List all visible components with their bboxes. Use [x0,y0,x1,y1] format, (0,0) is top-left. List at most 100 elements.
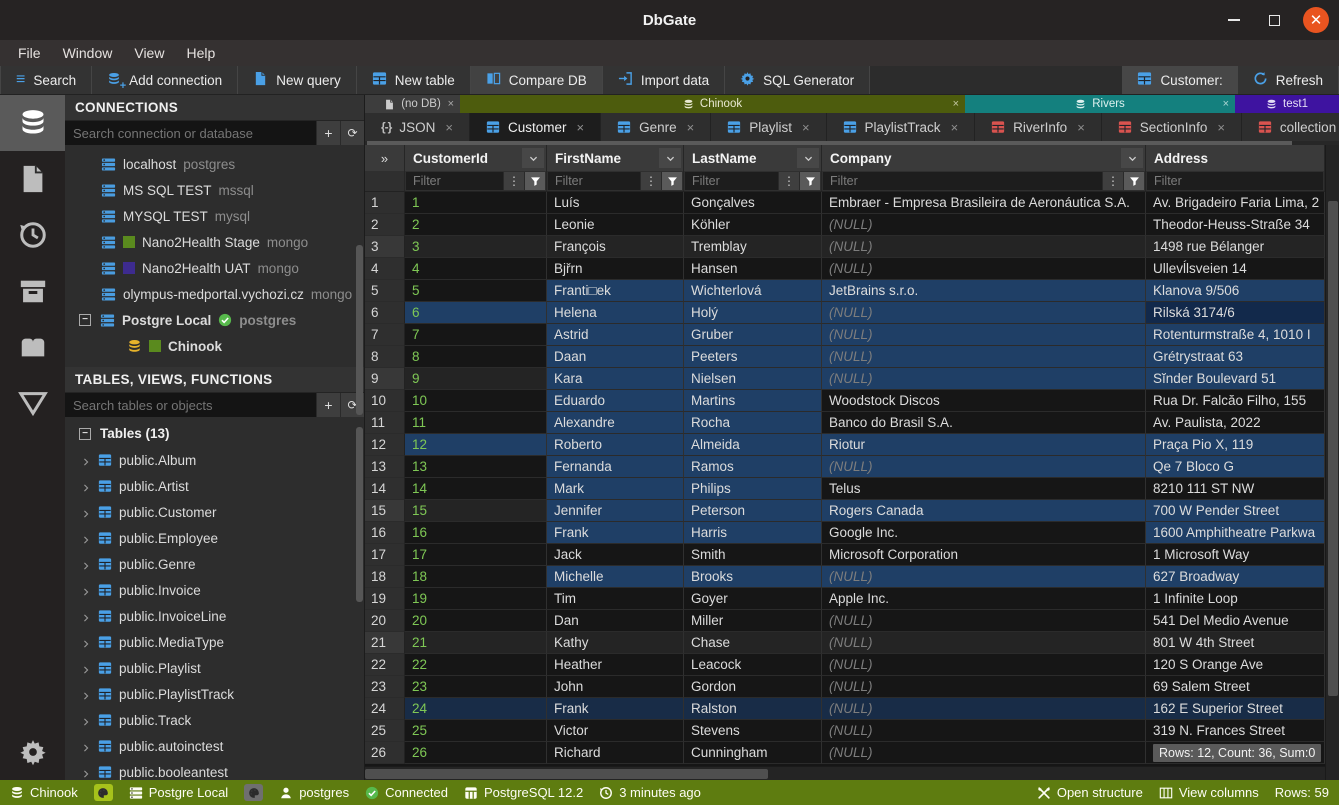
cell-customerid[interactable]: 3 [405,236,547,258]
cell-firstname[interactable]: Helena [547,302,684,324]
cell-company[interactable]: Google Inc. [822,522,1146,544]
cell-firstname[interactable]: Michelle [547,566,684,588]
close-tab-icon[interactable]: × [1077,120,1085,135]
cell-address[interactable]: 801 W 4th Street [1146,632,1325,654]
close-tab-icon[interactable]: × [1223,98,1229,110]
cell-customerid[interactable]: 14 [405,478,547,500]
cell-customerid[interactable]: 6 [405,302,547,324]
cell-company[interactable]: (NULL) [822,214,1146,236]
cell-company[interactable]: (NULL) [822,302,1146,324]
toolbar-sql-generator[interactable]: SQL Generator [725,66,870,94]
cell-firstname[interactable]: Alexandre [547,412,684,434]
cell-address[interactable]: Rilská 3174/6 [1146,302,1325,324]
cell-customerid[interactable]: 16 [405,522,547,544]
cell-customerid[interactable]: 9 [405,368,547,390]
table-item[interactable]: public.MediaType [65,629,364,655]
toolbar-search[interactable]: ≡Search [0,66,92,94]
maximize-button[interactable] [1263,9,1285,31]
cell-lastname[interactable]: Ramos [684,456,822,478]
cell-company[interactable]: (NULL) [822,346,1146,368]
connections-scrollbar[interactable] [356,245,363,415]
cell-address[interactable]: Klanova 9/506 [1146,280,1325,302]
chevron-right-icon[interactable] [81,689,91,699]
cell-customerid[interactable]: 15 [405,500,547,522]
cell-company[interactable]: Rogers Canada [822,500,1146,522]
cell-lastname[interactable]: Stevens [684,720,822,742]
row-number[interactable]: 7 [365,324,405,346]
close-tab-icon[interactable]: × [448,98,454,110]
row-number[interactable]: 25 [365,720,405,742]
cell-address[interactable]: 8210 111 ST NW [1146,478,1325,500]
theme-palette-badge[interactable] [94,784,113,801]
cell-company[interactable]: (NULL) [822,632,1146,654]
cell-address[interactable]: 627 Broadway [1146,566,1325,588]
cell-lastname[interactable]: Philips [684,478,822,500]
connection-item[interactable]: olympus-medportal.vychozi.czmongo [65,281,364,307]
cell-company[interactable]: JetBrains s.r.o. [822,280,1146,302]
table-item[interactable]: public.booleantest [65,759,364,780]
cell-lastname[interactable]: Cunningham [684,742,822,764]
status-view-columns[interactable]: View columns [1159,785,1259,800]
table-item[interactable]: public.Customer [65,499,364,525]
cell-firstname[interactable]: Leonie [547,214,684,236]
column-dropdown-icon[interactable] [522,148,544,168]
cell-customerid[interactable]: 25 [405,720,547,742]
table-item[interactable]: public.Employee [65,525,364,551]
cell-address[interactable]: 700 W Pender Street [1146,500,1325,522]
row-number[interactable]: 24 [365,698,405,720]
close-tab-icon[interactable]: × [687,120,695,135]
table-item[interactable]: public.Track [65,707,364,733]
cell-address[interactable]: Rua Dr. Falcăo Filho, 155 [1146,390,1325,412]
cell-customerid[interactable]: 4 [405,258,547,280]
cell-customerid[interactable]: 20 [405,610,547,632]
collapse-icon[interactable]: − [79,314,91,326]
tab-playlist[interactable]: Playlist× [711,113,826,141]
cell-firstname[interactable]: Richard [547,742,684,764]
sidebar-file-icon[interactable] [0,151,65,207]
chevron-right-icon[interactable] [81,715,91,725]
cell-address[interactable]: 1 Infinite Loop [1146,588,1325,610]
cell-firstname[interactable]: Luís [547,192,684,214]
cell-customerid[interactable]: 11 [405,412,547,434]
table-search-input[interactable] [65,393,316,417]
collapse-icon[interactable]: − [79,428,91,440]
row-number[interactable]: 9 [365,368,405,390]
close-tab-icon[interactable]: × [1217,120,1225,135]
chevron-right-icon[interactable] [81,663,91,673]
row-number[interactable]: 16 [365,522,405,544]
cell-lastname[interactable]: Holý [684,302,822,324]
cell-customerid[interactable]: 12 [405,434,547,456]
column-dropdown-icon[interactable] [1121,148,1143,168]
cell-address[interactable]: Praça Pio X, 119 [1146,434,1325,456]
cell-lastname[interactable]: Harris [684,522,822,544]
filter-input[interactable]: Filter [1147,172,1323,190]
toolbar-new-table[interactable]: New table [357,66,471,94]
close-tab-icon[interactable]: × [802,120,810,135]
cell-address[interactable]: Theodor-Heuss-Straße 34 [1146,214,1325,236]
sidebar-database-icon[interactable] [0,95,65,151]
connection-item[interactable]: −Postgre Localpostgres [65,307,364,333]
column-header-firstname[interactable]: FirstName [547,145,684,171]
cell-lastname[interactable]: Peterson [684,500,822,522]
cell-address[interactable]: Rotenturmstraße 4, 1010 I [1146,324,1325,346]
cell-customerid[interactable]: 13 [405,456,547,478]
cell-company[interactable]: Microsoft Corporation [822,544,1146,566]
cell-firstname[interactable]: Eduardo [547,390,684,412]
row-number[interactable]: 8 [365,346,405,368]
filter-input[interactable]: Filter [823,172,1102,190]
connection-item[interactable]: MS SQL TESTmssql [65,177,364,203]
cell-lastname[interactable]: Rocha [684,412,822,434]
cell-firstname[interactable]: Roberto [547,434,684,456]
row-number[interactable]: 15 [365,500,405,522]
filter-funnel-icon[interactable] [799,172,820,190]
toolbar-customer[interactable]: Customer: [1122,66,1237,94]
add-table-icon[interactable]: + [316,393,340,417]
grid-vscrollbar-track[interactable] [1325,145,1339,780]
cell-address[interactable]: 1 Microsoft Way [1146,544,1325,566]
cell-lastname[interactable]: Tremblay [684,236,822,258]
table-item[interactable]: public.autoinctest [65,733,364,759]
cell-company[interactable]: Riotur [822,434,1146,456]
filter-menu-icon[interactable]: ⋮ [503,172,524,190]
cell-customerid[interactable]: 1 [405,192,547,214]
grid-hscrollbar-track[interactable] [365,766,1325,780]
